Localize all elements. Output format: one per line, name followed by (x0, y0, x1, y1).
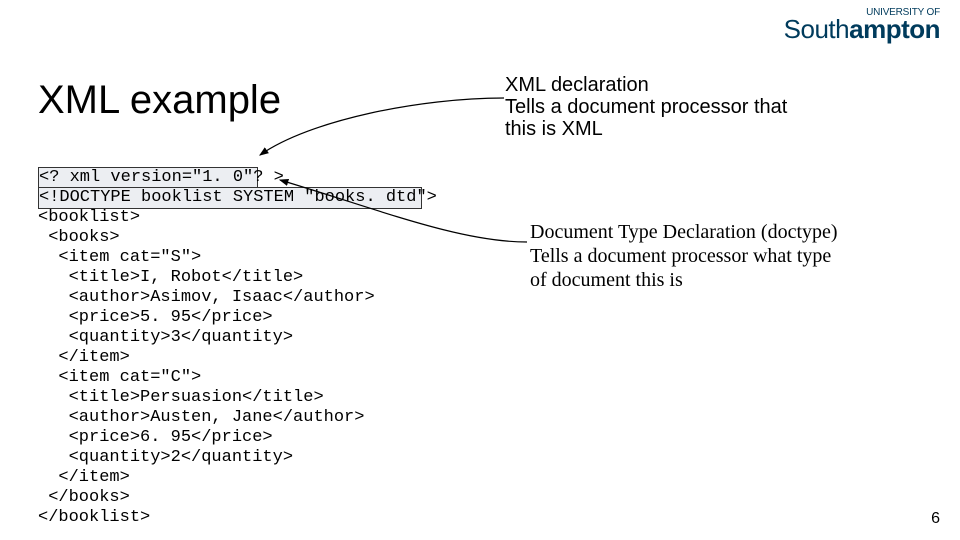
annotation-xml-declaration: XML declaration Tells a document process… (505, 74, 787, 140)
code-line: </item> (38, 348, 130, 367)
code-line: </booklist> (38, 508, 150, 527)
xml-declaration-line: <? xml version="1. 0"? > (38, 167, 258, 189)
code-line: <price>6. 95</price> (38, 428, 273, 447)
code-line: <author>Austen, Jane</author> (38, 408, 364, 427)
slide-title: XML example (38, 78, 281, 123)
annotation-line: of document this is (530, 268, 838, 292)
code-line: <title>I, Robot</title> (38, 268, 303, 287)
code-line: <booklist> (38, 208, 140, 227)
code-line: </books> (38, 488, 130, 507)
annotation-line: Tells a document processor that (505, 96, 787, 118)
code-line: <quantity>3</quantity> (38, 328, 293, 347)
annotation-line: XML declaration (505, 74, 787, 96)
code-line: <quantity>2</quantity> (38, 448, 293, 467)
annotation-line: Tells a document processor what type (530, 244, 838, 268)
doctype-declaration-line: <!DOCTYPE booklist SYSTEM "books. dtd"> (38, 187, 422, 209)
code-line: <author>Asimov, Isaac</author> (38, 288, 375, 307)
annotation-line: this is XML (505, 118, 787, 140)
logo-bottom-text: Southampton (784, 14, 940, 44)
code-line: <price>5. 95</price> (38, 308, 273, 327)
code-line: <books> (38, 228, 120, 247)
xml-code-block: <? xml version="1. 0"? > <!DOCTYPE bookl… (38, 148, 422, 528)
code-line: <item cat="C"> (38, 368, 201, 387)
code-line: <item cat="S"> (38, 248, 201, 267)
annotation-line: Document Type Declaration (doctype) (530, 220, 838, 244)
code-line: <title>Persuasion</title> (38, 388, 324, 407)
page-number: 6 (931, 510, 940, 528)
annotation-doctype: Document Type Declaration (doctype) Tell… (530, 220, 838, 292)
code-line: </item> (38, 468, 130, 487)
university-logo: UNIVERSITY OF Southampton (784, 8, 940, 42)
